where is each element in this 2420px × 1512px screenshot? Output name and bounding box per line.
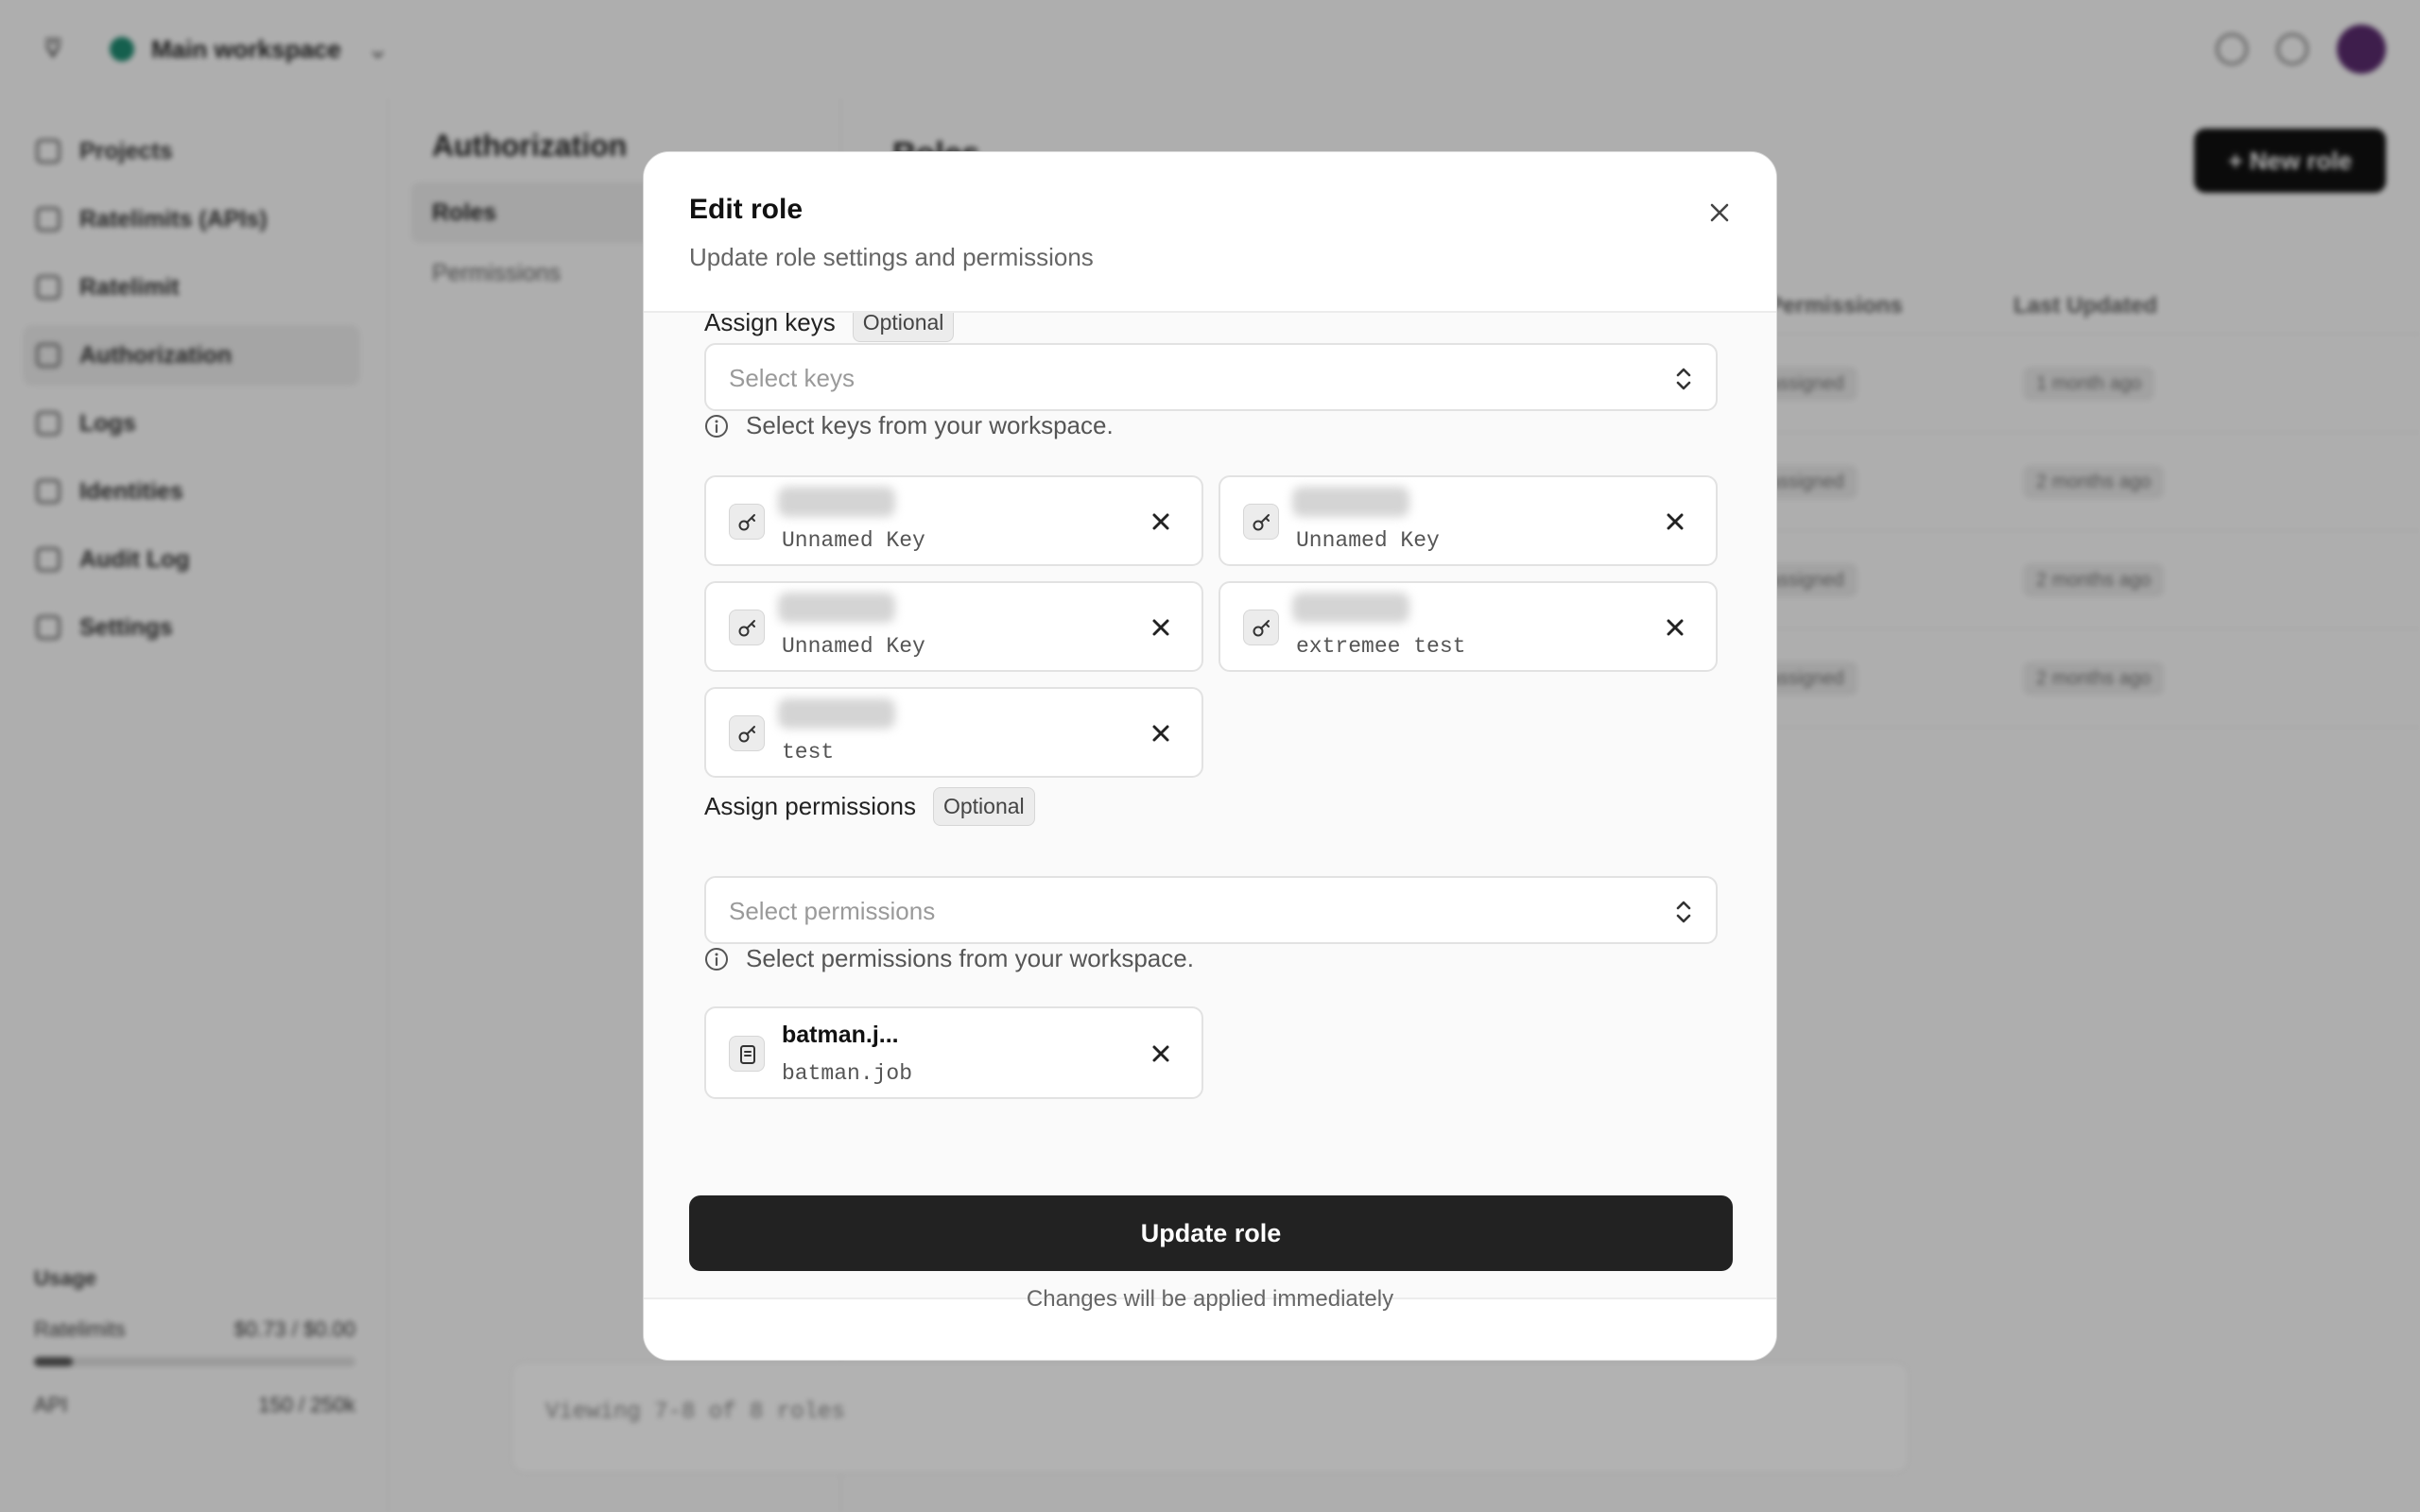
info-icon — [705, 414, 728, 438]
key-icon — [1243, 504, 1279, 540]
optional-badge: Optional — [852, 313, 955, 342]
select-keys-combobox[interactable]: Select keys — [704, 343, 1718, 411]
remove-icon[interactable] — [1143, 715, 1179, 751]
redacted-key-name — [1292, 487, 1409, 517]
key-icon — [1243, 610, 1279, 645]
select-permissions-placeholder: Select permissions — [729, 897, 936, 925]
close-icon[interactable] — [1701, 194, 1738, 232]
redacted-key-name — [1292, 593, 1409, 623]
chevron-up-down-icon — [1676, 901, 1691, 923]
remove-icon[interactable] — [1143, 1036, 1179, 1072]
info-icon — [705, 947, 728, 971]
assign-permissions-label: Assign permissions Optional — [704, 787, 1035, 826]
selected-key-chip: test — [704, 687, 1203, 778]
assign-keys-label: Assign keys Optional — [704, 313, 955, 342]
keys-hint: Select keys from your workspace. — [704, 411, 1114, 440]
footer-note: Changes will be applied immediately — [1026, 1286, 1394, 1312]
chevron-up-down-icon — [1676, 368, 1691, 390]
key-subtitle: extremee test — [1296, 634, 1466, 659]
key-icon — [729, 715, 765, 751]
key-subtitle: Unnamed Key — [782, 528, 925, 553]
permission-name: batman.j... — [782, 1022, 899, 1048]
select-permissions-combobox[interactable]: Select permissions — [704, 876, 1718, 944]
permission-subtitle: batman.job — [782, 1061, 913, 1086]
select-keys-placeholder: Select keys — [729, 364, 855, 392]
document-icon — [729, 1036, 765, 1072]
dialog-header: Edit role Update role settings and permi… — [644, 152, 1776, 313]
key-subtitle: Unnamed Key — [782, 634, 925, 659]
dialog-title: Edit role — [689, 194, 804, 225]
redacted-key-name — [778, 593, 895, 623]
key-icon — [729, 610, 765, 645]
selected-permission-chip: batman.j... batman.job — [704, 1006, 1203, 1099]
dialog-subtitle: Update role settings and permissions — [689, 243, 1094, 271]
optional-badge: Optional — [932, 787, 1035, 826]
key-subtitle: test — [782, 740, 835, 765]
selected-key-chip: Unnamed Key — [704, 581, 1203, 672]
selected-key-chip: Unnamed Key — [704, 475, 1203, 566]
remove-icon[interactable] — [1657, 610, 1693, 645]
dialog-body[interactable]: Assign keys Optional Select keys Select … — [644, 313, 1776, 1299]
update-role-button[interactable]: Update role — [689, 1195, 1733, 1271]
redacted-key-name — [778, 487, 895, 517]
selected-key-chip: Unnamed Key — [1219, 475, 1718, 566]
edit-role-dialog: Edit role Update role settings and permi… — [643, 151, 1777, 1361]
key-subtitle: Unnamed Key — [1296, 528, 1440, 553]
key-icon — [729, 504, 765, 540]
remove-icon[interactable] — [1143, 610, 1179, 645]
remove-icon[interactable] — [1657, 504, 1693, 540]
selected-key-chip: extremee test — [1219, 581, 1718, 672]
remove-icon[interactable] — [1143, 504, 1179, 540]
redacted-key-name — [778, 698, 895, 729]
permissions-hint: Select permissions from your workspace. — [704, 944, 1194, 973]
